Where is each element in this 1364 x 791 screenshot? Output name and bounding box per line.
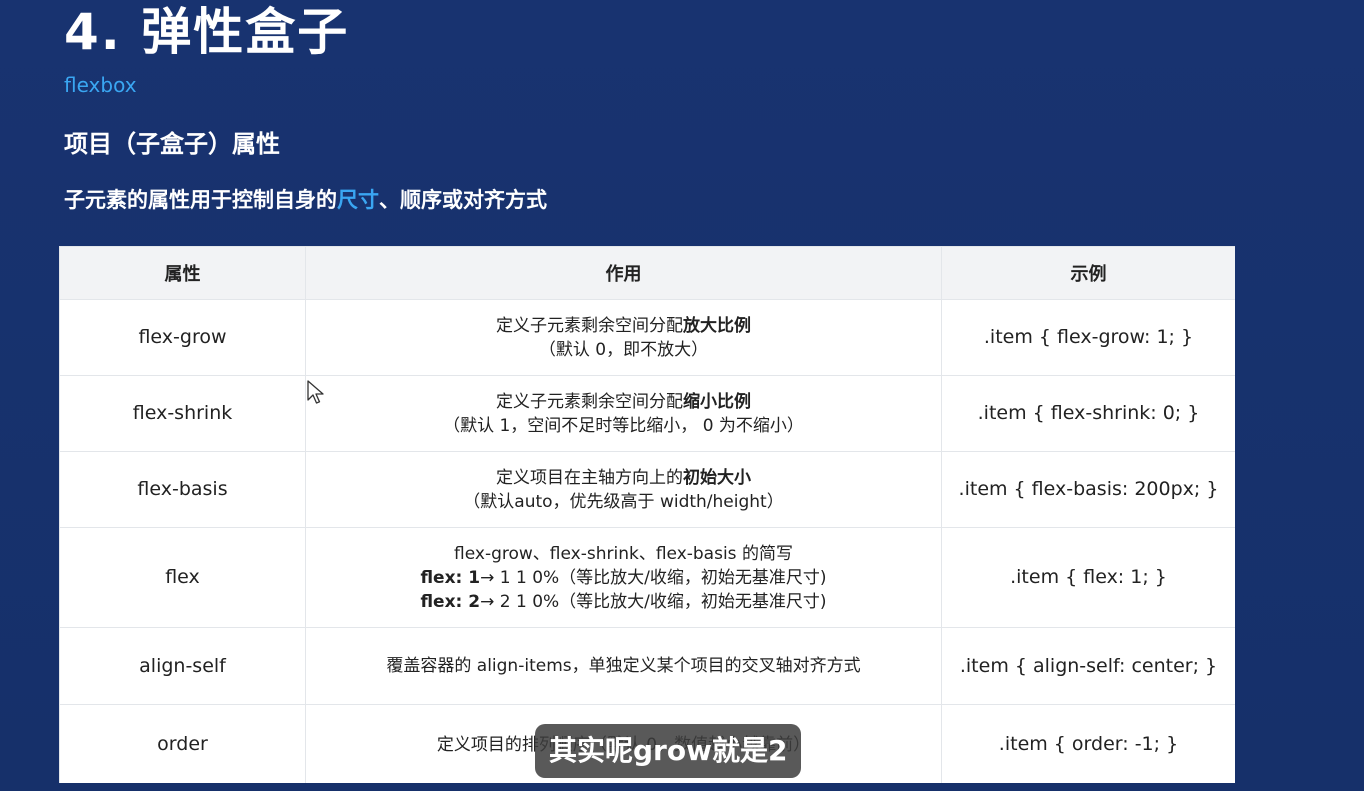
row-effect: 覆盖容器的 align-items，单独定义某个项目的交叉轴对齐方式 [305, 627, 942, 705]
description: 子元素的属性用于控制自身的尺寸、顺序或对齐方式 [64, 185, 547, 215]
row-effect: 定义子元素剩余空间分配缩小比例 （默认 1，空间不足时等比缩小， 0 为不缩小） [305, 375, 942, 452]
description-text-end: 、顺序或对齐方式 [379, 188, 547, 212]
effect-text: → 2 1 0%（等比放大/收缩，初始无基准尺寸) [480, 591, 827, 612]
row-property: flex [59, 527, 306, 628]
table-row: flex-shrink 定义子元素剩余空间分配缩小比例 （默认 1，空间不足时等… [59, 375, 1235, 452]
table-row: flex flex-grow、flex-shrink、flex-basis 的简… [59, 527, 1235, 628]
row-effect: 定义项目在主轴方向上的初始大小 （默认auto，优先级高于 width/heig… [305, 451, 942, 528]
effect-text: 定义项目在主轴方向上的 [496, 467, 683, 488]
row-effect: 定义子元素剩余空间分配放大比例 （默认 0，即不放大） [305, 299, 942, 376]
effect-bold: flex: 2 [420, 591, 481, 612]
description-highlight: 尺寸 [337, 188, 379, 212]
effect-text: 定义子元素剩余空间分配 [496, 315, 683, 336]
row-example: .item { order: -1; } [941, 704, 1235, 783]
effect-bold: 放大比例 [683, 315, 751, 336]
row-property: align-self [59, 627, 306, 705]
effect-bold: flex: 1 [420, 567, 481, 588]
row-property: order [59, 704, 306, 783]
table-row: align-self 覆盖容器的 align-items，单独定义某个项目的交叉… [59, 627, 1235, 705]
table-header-row: 属性 作用 示例 [59, 246, 1235, 300]
row-property: flex-basis [59, 451, 306, 528]
effect-note: （默认auto，优先级高于 width/height） [463, 491, 784, 512]
row-property: flex-grow [59, 299, 306, 376]
table-row: flex-basis 定义项目在主轴方向上的初始大小 （默认auto，优先级高于… [59, 451, 1235, 528]
header-property: 属性 [59, 246, 306, 300]
row-effect: flex-grow、flex-shrink、flex-basis 的简写 fle… [305, 527, 942, 628]
properties-table: 属性 作用 示例 flex-grow 定义子元素剩余空间分配放大比例 （默认 0… [59, 246, 1235, 783]
effect-text: flex-grow、flex-shrink、flex-basis 的简写 [454, 543, 793, 564]
effect-text: 定义子元素剩余空间分配 [496, 391, 683, 412]
table-row: flex-grow 定义子元素剩余空间分配放大比例 （默认 0，即不放大） .i… [59, 299, 1235, 376]
header-effect: 作用 [305, 246, 942, 300]
video-caption: 其实呢grow就是2 [535, 724, 802, 778]
row-example: .item { flex: 1; } [941, 527, 1235, 628]
row-property: flex-shrink [59, 375, 306, 452]
row-example: .item { align-self: center; } [941, 627, 1235, 705]
slide-subtitle: flexbox [64, 73, 137, 97]
slide-title: 4. 弹性盒子 [64, 3, 350, 61]
slide: 4. 弹性盒子 flexbox 项目（子盒子）属性 子元素的属性用于控制自身的尺… [0, 0, 1364, 791]
effect-text: → 1 1 0%（等比放大/收缩，初始无基准尺寸) [480, 567, 827, 588]
effect-note: （默认 1，空间不足时等比缩小， 0 为不缩小） [443, 415, 804, 436]
row-example: .item { flex-basis: 200px; } [941, 451, 1235, 528]
mouse-pointer-icon [307, 380, 324, 404]
section-title: 项目（子盒子）属性 [64, 130, 280, 158]
effect-note: （默认 0，即不放大） [538, 339, 709, 360]
effect-bold: 初始大小 [683, 467, 751, 488]
row-example: .item { flex-grow: 1; } [941, 299, 1235, 376]
description-text: 子元素的属性用于控制自身的 [64, 188, 337, 212]
header-example: 示例 [941, 246, 1235, 300]
effect-bold: 缩小比例 [683, 391, 751, 412]
row-example: .item { flex-shrink: 0; } [941, 375, 1235, 452]
